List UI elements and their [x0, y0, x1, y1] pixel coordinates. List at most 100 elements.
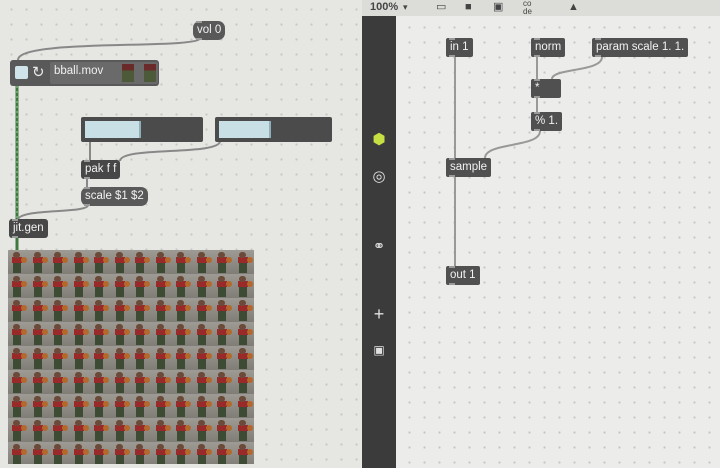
patch-cord	[17, 37, 201, 61]
scale-message[interactable]: scale $1 $2	[81, 187, 148, 206]
video-frame-tile	[28, 322, 49, 346]
video-frame-tile	[28, 274, 49, 298]
video-frame-tile	[49, 394, 70, 418]
gen-sample[interactable]: sample	[446, 158, 492, 177]
video-frame-tile	[28, 370, 49, 394]
video-frame-tile	[151, 394, 172, 418]
gen-norm-label: norm	[535, 41, 562, 53]
video-frame-tile	[131, 346, 152, 370]
video-frame-tile	[49, 442, 70, 464]
play-toggle-icon[interactable]	[15, 66, 28, 79]
zoom-dropdown-icon[interactable]: ▾	[403, 0, 408, 14]
video-frame-tile	[49, 346, 70, 370]
patch-cord	[119, 140, 221, 162]
video-frame-tile	[151, 274, 172, 298]
vol-message[interactable]: vol 0	[193, 21, 226, 40]
video-frame-tile	[69, 298, 90, 322]
loop-icon[interactable]: ↻	[32, 63, 45, 81]
video-frame-tile	[8, 370, 29, 394]
video-frame-tile	[28, 394, 49, 418]
video-frame-tile	[192, 250, 213, 274]
movie-file-label: bball.mov	[54, 65, 104, 77]
gen-editor-window: 100% ▾ ▭ ■ ▣ co de ▲ ⬢ ◎ ⚭ + ▣ in 1 norm …	[362, 0, 720, 468]
video-frame-tile	[49, 370, 70, 394]
video-frame-tile	[131, 394, 152, 418]
fullscreen-icon[interactable]: ▣	[493, 0, 503, 14]
video-frame-tile	[233, 250, 254, 274]
video-frame-tile	[131, 322, 152, 346]
video-frame-tile	[131, 250, 152, 274]
glasses-icon[interactable]: ▣	[370, 343, 388, 357]
video-frame-tile	[90, 250, 111, 274]
video-frame-tile	[110, 274, 131, 298]
video-frame-tile	[213, 322, 234, 346]
video-frame-tile	[172, 394, 193, 418]
video-frame-tile	[8, 346, 29, 370]
video-frame-tile	[172, 370, 193, 394]
gen-out1[interactable]: out 1	[446, 266, 480, 285]
gen-param-scale[interactable]: param scale 1. 1.	[592, 38, 689, 57]
plus-icon[interactable]: +	[370, 304, 388, 325]
video-frame-tile	[131, 370, 152, 394]
video-frame-tile	[233, 442, 254, 464]
range-slider-2[interactable]	[215, 117, 332, 142]
video-frame-tile	[192, 370, 213, 394]
video-frame-tile	[172, 418, 193, 442]
video-frame-tile	[233, 346, 254, 370]
movie-thumbnail	[144, 64, 156, 82]
movie-file-box[interactable]: bball.mov	[50, 62, 158, 84]
video-frame-tile	[213, 274, 234, 298]
cube-icon[interactable]: ⬢	[370, 130, 388, 148]
video-frame-tile	[110, 442, 131, 464]
zoom-level[interactable]: 100%	[370, 0, 398, 14]
scale-message-label: scale $1 $2	[85, 190, 144, 202]
pak-object-label: pak f f	[85, 163, 117, 175]
video-frame-tile	[213, 250, 234, 274]
video-frame-tile	[192, 274, 213, 298]
gen-toolbar: 100% ▾ ▭ ■ ▣ co de ▲	[362, 0, 720, 17]
video-frame-tile	[28, 250, 49, 274]
video-frame-tile	[172, 322, 193, 346]
panel-icon[interactable]: ▭	[436, 0, 446, 14]
gen-multiply[interactable]: *	[531, 79, 561, 98]
gen-norm[interactable]: norm	[531, 38, 566, 57]
gen-modulo-label: % 1.	[535, 115, 559, 127]
movie-player[interactable]: ↻ bball.mov	[10, 60, 159, 86]
video-frame-tile	[233, 274, 254, 298]
paperclip-icon[interactable]: ⚭	[370, 237, 388, 255]
gen-in1[interactable]: in 1	[446, 38, 473, 57]
video-frame-tile	[49, 274, 70, 298]
range-slider-1[interactable]	[81, 117, 203, 142]
video-frame-tile	[233, 418, 254, 442]
video-frame-tile	[28, 442, 49, 464]
video-frame-tile	[28, 298, 49, 322]
gen-sample-label: sample	[450, 161, 488, 173]
video-frame-tile	[110, 250, 131, 274]
video-frame-tile	[213, 298, 234, 322]
video-frame-tile	[131, 442, 152, 464]
video-frame-tile	[8, 442, 29, 464]
jit-gen-object-label: jit.gen	[13, 222, 44, 234]
gen-modulo[interactable]: % 1.	[531, 112, 563, 131]
video-frame-tile	[172, 274, 193, 298]
video-frame-tile	[110, 394, 131, 418]
video-frame-tile	[172, 346, 193, 370]
video-frame-tile	[151, 298, 172, 322]
video-frame-tile	[90, 418, 111, 442]
pak-object[interactable]: pak f f	[81, 160, 121, 179]
video-frame-tile	[69, 322, 90, 346]
video-frame-tile	[213, 442, 234, 464]
comment-icon[interactable]: ■	[465, 0, 472, 14]
video-frame-tile	[8, 274, 29, 298]
video-frame-tile	[233, 394, 254, 418]
paint-bucket-icon[interactable]: ▲	[568, 0, 579, 14]
codebox-icon[interactable]: co de	[523, 0, 532, 16]
video-frame-tile	[151, 418, 172, 442]
gen-multiply-label: *	[535, 82, 540, 94]
target-icon[interactable]: ◎	[370, 167, 388, 185]
video-frame-tile	[49, 322, 70, 346]
max-patcher-window: vol 0 ↻ bball.mov pak f f scale $1 $2 ji…	[0, 0, 362, 468]
movie-thumbnail	[122, 64, 134, 82]
video-frame-tile	[8, 250, 29, 274]
jit-gen-object[interactable]: jit.gen	[9, 219, 48, 238]
